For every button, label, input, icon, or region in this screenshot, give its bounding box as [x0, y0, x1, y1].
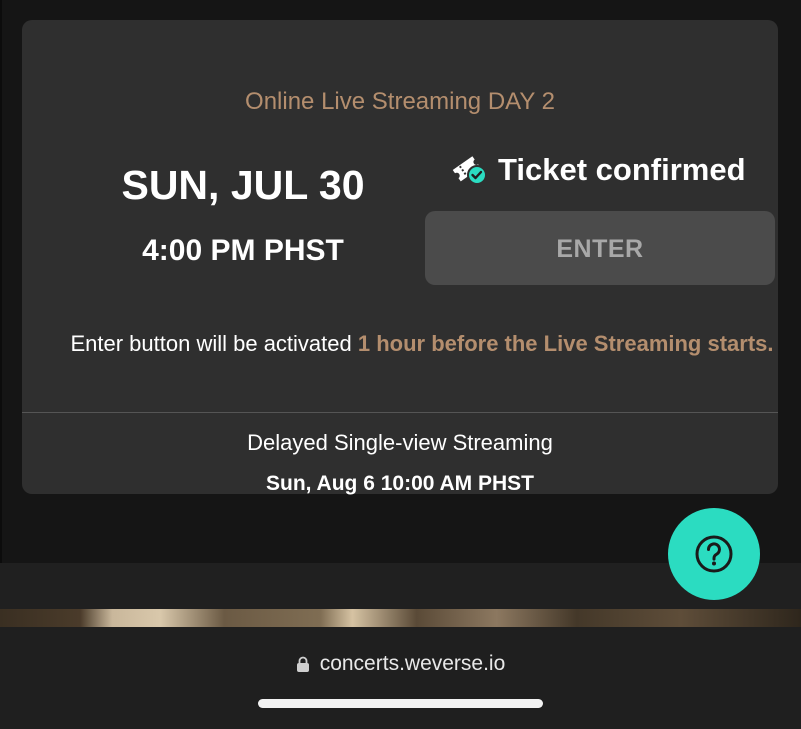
ticket-check-icon: [452, 156, 487, 185]
url-text: concerts.weverse.io: [319, 652, 506, 675]
card-divider: [22, 412, 778, 413]
enter-notice: Enter button will be activated 1 hour be…: [62, 326, 782, 362]
event-time: 4:00 PM PHST: [142, 234, 344, 267]
event-card: Online Live Streaming DAY 2 SUN, JUL 30 …: [22, 20, 778, 495]
delayed-streaming-title: Delayed Single-view Streaming: [247, 430, 553, 455]
address-bar-url[interactable]: concerts.weverse.io: [0, 652, 801, 676]
help-button[interactable]: [668, 508, 760, 600]
notice-text: Enter button will be activated: [70, 331, 358, 356]
background-photo: [0, 609, 801, 627]
event-title: Online Live Streaming DAY 2: [245, 88, 555, 115]
event-date: SUN, JUL 30: [121, 162, 365, 208]
ticket-status-label: Ticket confirmed: [498, 152, 746, 187]
enter-button[interactable]: ENTER: [425, 211, 775, 285]
notice-highlight: 1 hour before the Live Streaming starts.: [357, 331, 774, 356]
question-icon: [695, 535, 733, 573]
home-indicator[interactable]: [258, 699, 543, 708]
delayed-streaming-date: Sun, Aug 6 10:00 AM PHST: [266, 472, 534, 495]
ticket-status: Ticket confirmed: [450, 150, 746, 190]
lock-icon: [296, 656, 309, 672]
top-background: [0, 0, 801, 22]
browser-address-bar[interactable]: [0, 627, 801, 729]
